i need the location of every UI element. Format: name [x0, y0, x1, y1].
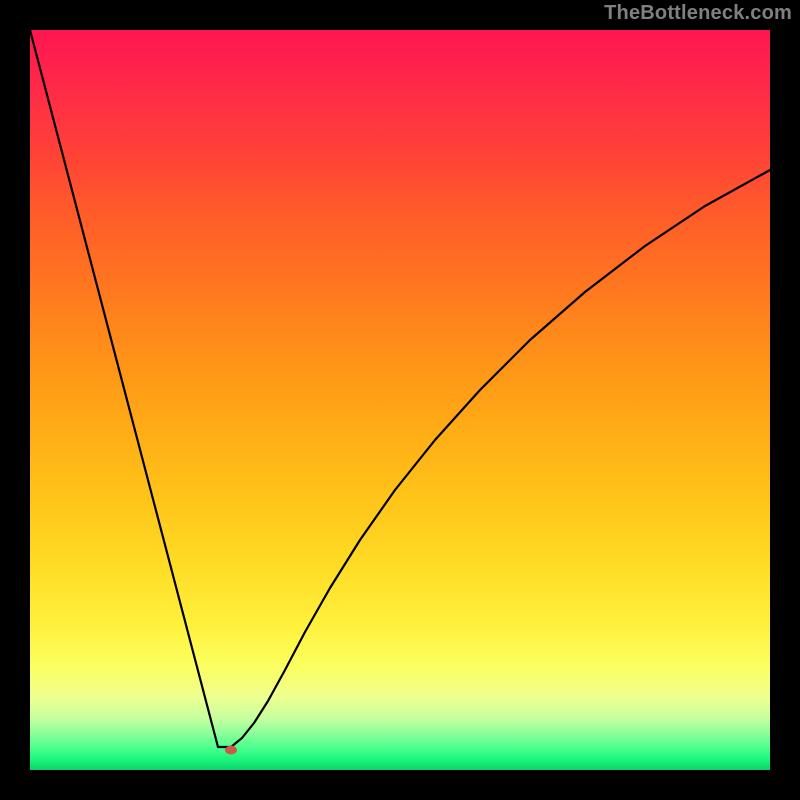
optimal-point-marker — [225, 746, 237, 755]
attribution-text: TheBottleneck.com — [604, 2, 792, 25]
chart-frame: TheBottleneck.com — [0, 0, 800, 800]
bottleneck-curve — [30, 30, 770, 770]
curve-path — [30, 30, 770, 747]
plot-area — [30, 30, 770, 770]
